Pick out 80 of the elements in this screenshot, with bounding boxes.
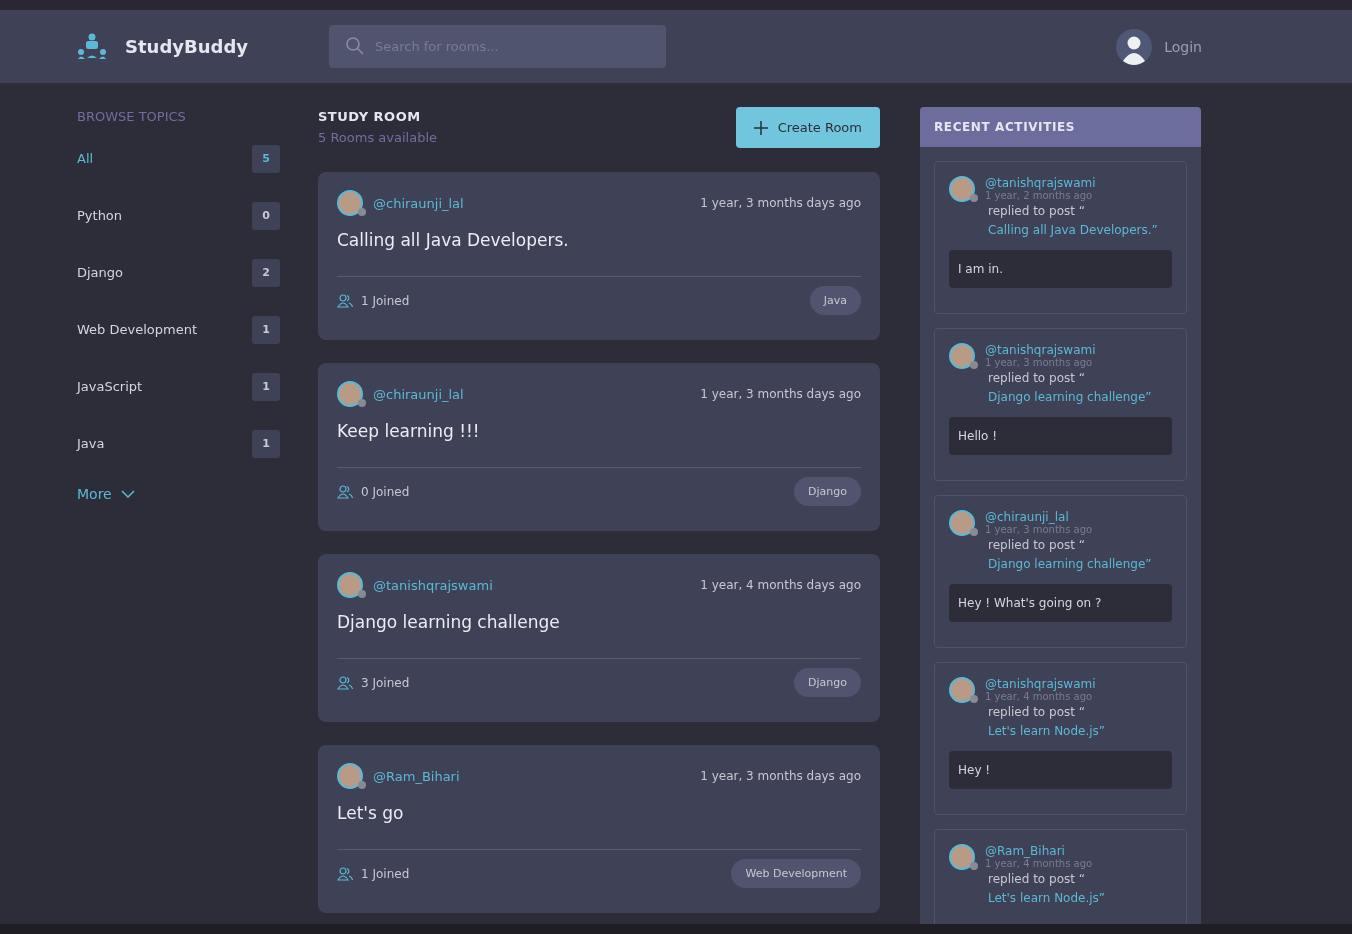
- topic-link[interactable]: Django: [77, 265, 124, 280]
- activity-text: replied to post “: [988, 705, 1086, 719]
- post-link[interactable]: Django learning challenge”: [988, 390, 1172, 404]
- joined-count: 1 Joined: [361, 866, 410, 881]
- host-link[interactable]: @tanishqrajswami: [373, 577, 493, 593]
- reply-message: Hello !: [949, 417, 1172, 455]
- topic-tag[interactable]: Java: [809, 286, 861, 315]
- avatar-icon[interactable]: [1116, 28, 1153, 65]
- reply-message: Hey !: [949, 751, 1172, 789]
- host-link[interactable]: @chiraunji_lal: [373, 195, 464, 211]
- topic-count: 1: [252, 372, 280, 401]
- user-link[interactable]: @Ram_Bihari: [985, 844, 1093, 858]
- timestamp: 1 year, 4 months ago: [985, 858, 1093, 869]
- people-icon: [337, 866, 353, 881]
- avatar-photo: [337, 381, 363, 407]
- topic-link[interactable]: All: [77, 151, 94, 166]
- more-link[interactable]: More: [77, 486, 112, 502]
- topic-link[interactable]: Web Development: [77, 322, 197, 337]
- timestamp: 1 year, 4 months ago: [985, 691, 1094, 702]
- topic-tag[interactable]: Web Development: [731, 859, 861, 888]
- topic-count: 0: [252, 201, 280, 230]
- panel-title: RECENT ACTIVITIES: [934, 120, 1076, 134]
- topic-link[interactable]: Java: [77, 436, 105, 451]
- create-room-button[interactable]: Create Room: [735, 107, 880, 148]
- activity-text: replied to post “: [988, 872, 1086, 886]
- topic-count: 5: [252, 144, 280, 173]
- avatar-photo: [949, 510, 975, 536]
- timestamp: 1 year, 3 months days ago: [700, 387, 861, 401]
- room-title[interactable]: Let's go: [337, 803, 861, 823]
- section-title: STUDY ROOM: [318, 109, 422, 124]
- topic-count: 1: [252, 315, 280, 344]
- post-link[interactable]: Django learning challenge”: [988, 557, 1172, 571]
- user-link[interactable]: @tanishqrajswami: [985, 343, 1096, 357]
- avatar-photo: [949, 844, 975, 870]
- topic-tag[interactable]: Django: [794, 477, 861, 506]
- room-title[interactable]: Keep learning !!!: [337, 421, 861, 441]
- reply-message: Hey ! What's going on ?: [949, 584, 1172, 622]
- host-link[interactable]: @chiraunji_lal: [373, 386, 464, 402]
- user-link[interactable]: @chiraunji_lal: [985, 510, 1093, 524]
- people-icon: [337, 675, 353, 690]
- login-link[interactable]: Login: [1164, 38, 1202, 55]
- timestamp: 1 year, 3 months days ago: [700, 196, 861, 210]
- post-link[interactable]: Calling all Java Developers.”: [988, 223, 1172, 237]
- post-link[interactable]: Let's learn Node.js”: [988, 891, 1172, 905]
- avatar-photo: [949, 176, 975, 202]
- timestamp: 1 year, 4 months days ago: [700, 578, 861, 592]
- avatar-photo: [949, 343, 975, 369]
- user-link[interactable]: @tanishqrajswami: [985, 677, 1096, 691]
- topic-count: 1: [252, 429, 280, 458]
- timestamp: 1 year, 3 months ago: [985, 357, 1094, 368]
- timestamp: 1 year, 3 months days ago: [700, 769, 861, 783]
- activity-text: replied to post “: [988, 204, 1086, 218]
- post-link[interactable]: Let's learn Node.js”: [988, 724, 1172, 738]
- joined-count: 1 Joined: [361, 293, 410, 308]
- timestamp: 1 year, 3 months ago: [985, 524, 1093, 535]
- activity-text: replied to post “: [988, 371, 1086, 385]
- activity-text: replied to post “: [988, 538, 1086, 552]
- chevron-down-icon: [120, 490, 135, 498]
- reply-message: I am in.: [949, 250, 1172, 288]
- topic-count: 2: [252, 258, 280, 287]
- people-icon: [337, 484, 353, 499]
- avatar-photo: [337, 190, 363, 216]
- room-title[interactable]: Calling all Java Developers.: [337, 230, 861, 250]
- topic-tag[interactable]: Django: [794, 668, 861, 697]
- brand-name[interactable]: StudyBuddy: [125, 36, 249, 57]
- topic-link[interactable]: JavaScript: [77, 379, 143, 394]
- joined-count: 0 Joined: [361, 484, 410, 499]
- timestamp: 1 year, 2 months ago: [985, 190, 1094, 201]
- avatar-photo: [337, 572, 363, 598]
- room-title[interactable]: Django learning challenge: [337, 612, 861, 632]
- avatar-photo: [949, 677, 975, 703]
- user-link[interactable]: @tanishqrajswami: [985, 176, 1096, 190]
- rooms-count: 5 Rooms available: [318, 130, 437, 145]
- people-icon: [337, 293, 353, 308]
- topic-link[interactable]: Python: [77, 208, 123, 223]
- plus-icon: [753, 120, 768, 135]
- section-title: BROWSE TOPICS: [77, 109, 187, 124]
- host-link[interactable]: @Ram_Bihari: [373, 768, 460, 784]
- joined-count: 3 Joined: [361, 675, 410, 690]
- avatar-photo: [337, 763, 363, 789]
